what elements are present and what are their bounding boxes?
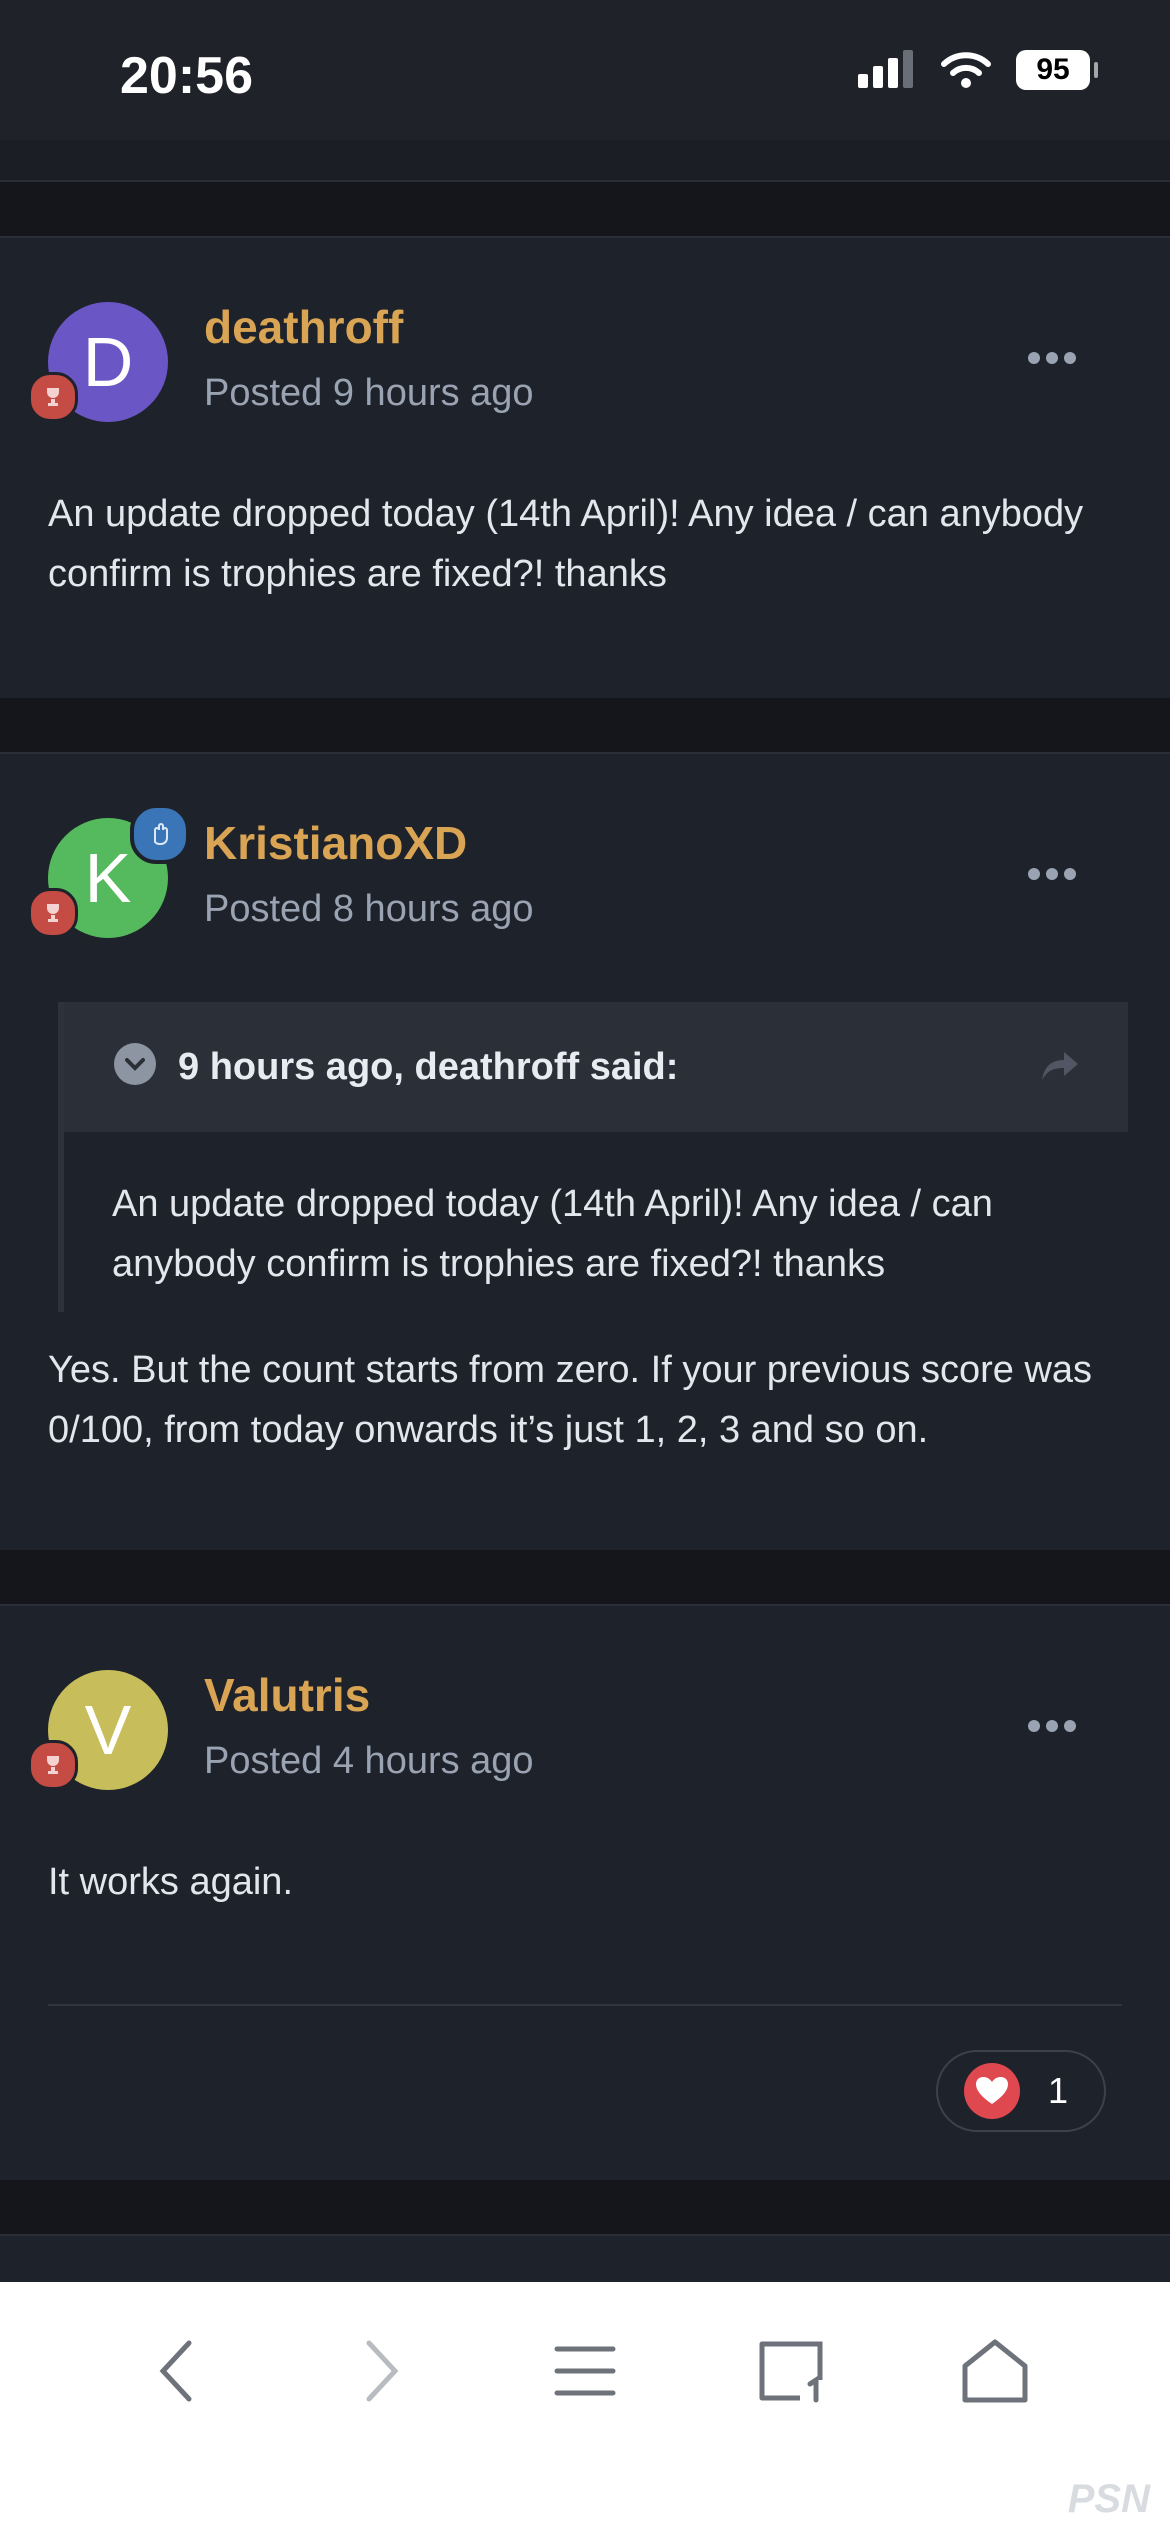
wifi-icon <box>941 52 991 88</box>
quote-citation: 9 hours ago, deathroff said: <box>178 1045 679 1088</box>
post-deathroff: D deathroff Posted 9 hours ago An update… <box>0 236 1170 700</box>
post-divider <box>0 1550 1170 1604</box>
post-divider <box>0 2180 1170 2234</box>
post-kristianoxd: K KristianoXD Posted 8 hours ago 9 hours… <box>0 752 1170 1552</box>
moderator-badge-icon <box>130 804 190 864</box>
author-name[interactable]: Valutris <box>204 1668 370 1722</box>
chevron-down-icon[interactable] <box>114 1043 156 1085</box>
home-icon[interactable] <box>950 2326 1040 2416</box>
status-icons: 95 <box>856 50 1098 90</box>
tabs-icon[interactable] <box>746 2326 836 2416</box>
quote-block: 9 hours ago, deathroff said: An update d… <box>58 1002 1128 1312</box>
forward-button[interactable] <box>336 2326 426 2416</box>
status-time: 20:56 <box>120 47 253 105</box>
reaction-button[interactable]: 1 <box>936 2050 1106 2132</box>
share-arrow-icon[interactable] <box>1040 1050 1080 1087</box>
post-divider <box>0 698 1170 752</box>
reaction-separator <box>48 2004 1122 2006</box>
quote-header[interactable]: 9 hours ago, deathroff said: <box>64 1002 1128 1132</box>
menu-icon[interactable] <box>540 2326 630 2416</box>
post-body: An update dropped today (14th April)! An… <box>48 493 1084 595</box>
post-valutris: V Valutris Posted 4 hours ago It works a… <box>0 1604 1170 2182</box>
post-body: It works again. <box>48 1861 293 1903</box>
more-options-button[interactable] <box>1018 858 1086 890</box>
post-timestamp[interactable]: Posted 4 hours ago <box>204 1740 534 1783</box>
battery-icon: 95 <box>1016 50 1098 90</box>
trophy-badge-icon <box>28 372 78 422</box>
post-divider <box>0 182 1170 236</box>
quote-body: An update dropped today (14th April)! An… <box>112 1183 993 1285</box>
more-options-button[interactable] <box>1018 342 1086 374</box>
previous-post-stub <box>0 140 1170 182</box>
author-name[interactable]: KristianoXD <box>204 816 467 870</box>
trophy-badge-icon <box>28 888 78 938</box>
author-name[interactable]: deathroff <box>204 300 403 354</box>
cellular-signal-icon <box>858 50 913 88</box>
back-button[interactable] <box>132 2326 222 2416</box>
browser-toolbar: PSN <box>0 2282 1170 2532</box>
reaction-count: 1 <box>1048 2070 1069 2111</box>
status-bar: 20:56 95 <box>0 0 1170 140</box>
post-timestamp[interactable]: Posted 9 hours ago <box>204 372 534 415</box>
watermark-logo: PSN <box>1067 2477 1150 2521</box>
heart-icon <box>964 2063 1020 2119</box>
more-options-button[interactable] <box>1018 1710 1086 1742</box>
post-timestamp[interactable]: Posted 8 hours ago <box>204 888 534 931</box>
trophy-badge-icon <box>28 1740 78 1790</box>
post-body: Yes. But the count starts from zero. If … <box>48 1349 1093 1451</box>
